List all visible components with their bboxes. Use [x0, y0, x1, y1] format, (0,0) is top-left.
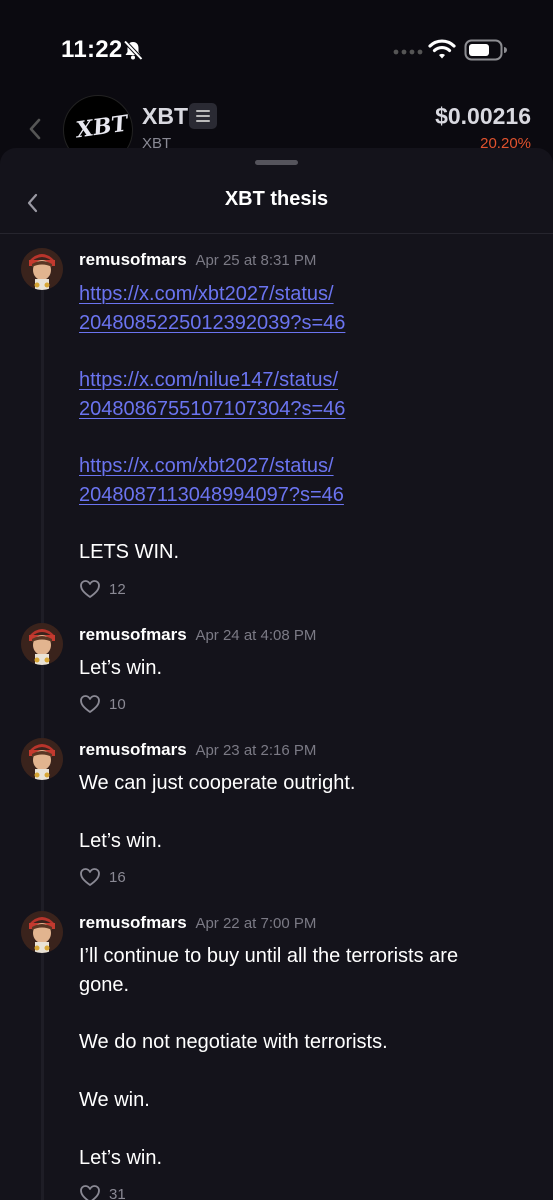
thesis-sheet: XBT thesis remusofmars Apr 25 at 8:31 PM…: [0, 148, 553, 1200]
avatar[interactable]: [21, 738, 63, 780]
post-link[interactable]: https://x.com/nilue147/status/: [79, 369, 338, 392]
post-text: LETS WIN.: [79, 541, 180, 563]
post-author[interactable]: remusofmars Apr 22 at 7:00 PM: [79, 913, 316, 933]
post-text: We can just cooperate outright.: [79, 772, 356, 794]
heart-icon[interactable]: [79, 1184, 101, 1200]
avatar[interactable]: [21, 911, 63, 953]
post-link[interactable]: 2048086755107107304?s=46: [79, 398, 345, 421]
post-text: We do not negotiate with terrorists.: [79, 1031, 388, 1053]
heart-icon[interactable]: [79, 867, 101, 892]
post-text: Let’s win.: [79, 830, 163, 852]
sheet-grabber[interactable]: [255, 160, 298, 165]
token-name: XBT: [142, 103, 188, 129]
post-text: gone.: [79, 974, 130, 996]
post-text: I’ll continue to buy until all the terro…: [79, 945, 459, 967]
post-text: We win.: [79, 1089, 150, 1111]
author-name[interactable]: remusofmars: [79, 250, 187, 269]
post-timestamp: Apr 23 at 2:16 PM: [195, 742, 317, 759]
divider: [0, 233, 553, 234]
post-timestamp: Apr 22 at 7:00 PM: [195, 915, 317, 932]
status-bar: 11:22: [0, 0, 553, 95]
wifi-icon: [428, 39, 456, 59]
battery-icon: [464, 39, 507, 61]
like-count: 10: [109, 696, 126, 713]
avatar[interactable]: [21, 248, 63, 290]
post-author[interactable]: remusofmars Apr 24 at 4:08 PM: [79, 625, 316, 645]
menu-icon[interactable]: [189, 103, 217, 129]
post-timestamp: Apr 25 at 8:31 PM: [195, 252, 317, 269]
like-count: 12: [109, 581, 126, 598]
author-name[interactable]: remusofmars: [79, 740, 187, 759]
post-author[interactable]: remusofmars Apr 25 at 8:31 PM: [79, 250, 316, 270]
post-author[interactable]: remusofmars Apr 23 at 2:16 PM: [79, 740, 316, 760]
token-header: XBT XBT XBT $0.00216 20.20%: [0, 95, 553, 165]
avatar[interactable]: [21, 623, 63, 665]
sheet-title: XBT thesis: [224, 188, 329, 210]
bell-slash-icon: [123, 40, 143, 61]
author-name[interactable]: remusofmars: [79, 625, 187, 644]
post-text: Let’s win.: [79, 657, 163, 679]
heart-icon[interactable]: [79, 579, 101, 604]
token-price: $0.00216: [435, 103, 531, 129]
status-time: 11:22: [61, 36, 123, 63]
post-link[interactable]: https://x.com/xbt2027/status/: [79, 455, 334, 478]
post-timestamp: Apr 24 at 4:08 PM: [195, 627, 317, 644]
like-count: 31: [109, 1186, 126, 1200]
heart-icon[interactable]: [79, 694, 101, 719]
like-count: 16: [109, 869, 126, 886]
post-link[interactable]: 2048087113048994097?s=46: [79, 484, 344, 507]
post-link[interactable]: https://x.com/xbt2027/status/: [79, 283, 334, 306]
chevron-left-icon[interactable]: [27, 117, 43, 141]
post-link[interactable]: 2048085225012392039?s=46: [79, 312, 345, 335]
post-text: Let’s win.: [79, 1147, 163, 1169]
signal-icon: [393, 49, 423, 55]
author-name[interactable]: remusofmars: [79, 913, 187, 932]
